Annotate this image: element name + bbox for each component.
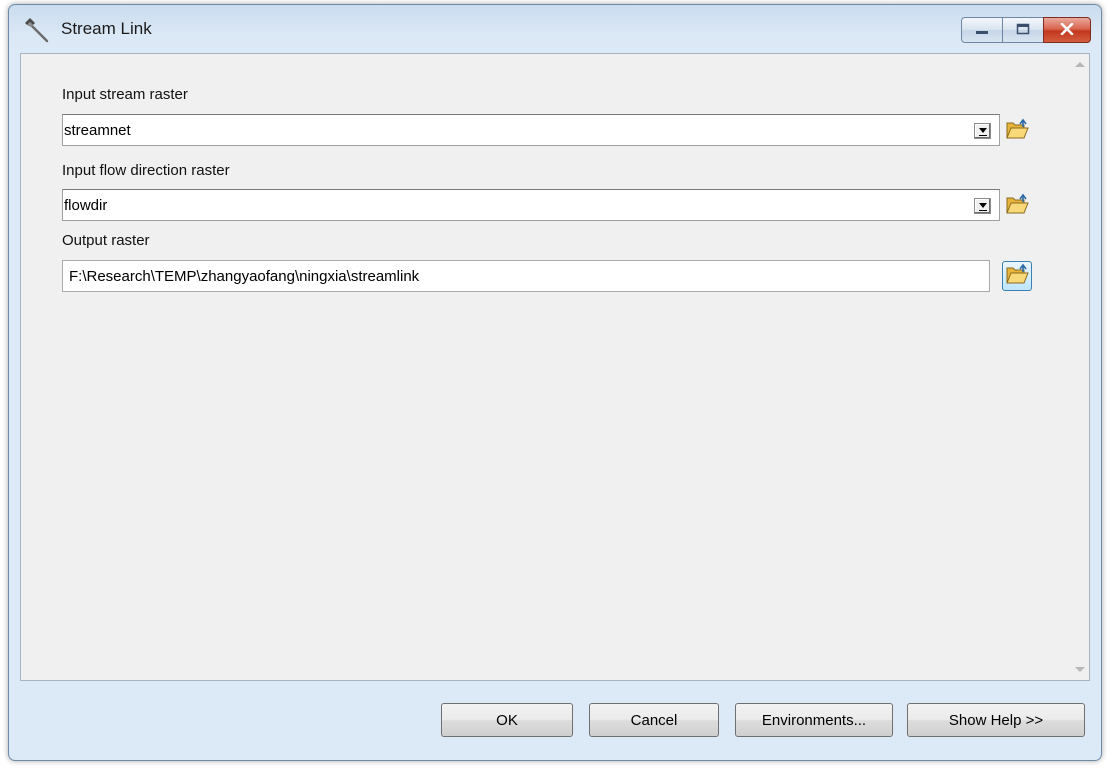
input-flow-direction-raster-combo[interactable]: flowdir <box>62 189 1000 221</box>
show-help-button[interactable]: Show Help >> <box>907 703 1085 737</box>
dropdown-arrow-icon[interactable] <box>974 123 991 139</box>
output-raster-browse-button[interactable] <box>1002 261 1032 291</box>
window-controls <box>961 17 1091 43</box>
button-bar: OK Cancel Environments... Show Help >> <box>9 681 1101 760</box>
input-stream-raster-label: Input stream raster <box>62 86 188 103</box>
input-flow-direction-raster-value: flowdir <box>64 197 108 214</box>
maximize-icon <box>1016 22 1030 39</box>
dropdown-arrow-icon[interactable] <box>974 198 991 214</box>
input-stream-raster-value: streamnet <box>64 122 131 139</box>
input-stream-raster-browse-button[interactable] <box>1002 116 1032 146</box>
maximize-button[interactable] <box>1003 17 1043 43</box>
open-folder-icon <box>1005 263 1029 289</box>
scroll-up-arrow-icon[interactable] <box>1075 62 1085 67</box>
environments-button[interactable]: Environments... <box>735 703 893 737</box>
close-icon <box>1060 22 1074 39</box>
tool-dialog: Stream Link Input stream raster streamne… <box>8 4 1102 761</box>
output-raster-value: F:\Research\TEMP\zhangyaofang\ningxia\st… <box>69 268 420 285</box>
cancel-button[interactable]: Cancel <box>589 703 719 737</box>
open-folder-icon <box>1005 118 1029 144</box>
hammer-icon <box>23 17 51 45</box>
minimize-button[interactable] <box>961 17 1003 43</box>
vertical-scrollbar[interactable] <box>1071 54 1089 680</box>
input-flow-direction-raster-browse-button[interactable] <box>1002 191 1032 221</box>
input-flow-direction-raster-label: Input flow direction raster <box>62 162 230 179</box>
open-folder-icon <box>1005 193 1029 219</box>
ok-button[interactable]: OK <box>441 703 573 737</box>
parameters-panel: Input stream raster streamnet Input flow… <box>20 53 1090 681</box>
input-stream-raster-combo[interactable]: streamnet <box>62 114 1000 146</box>
window-title: Stream Link <box>61 19 152 38</box>
output-raster-label: Output raster <box>62 232 150 249</box>
close-button[interactable] <box>1043 17 1091 43</box>
title-bar[interactable]: Stream Link <box>9 5 1101 53</box>
scroll-down-arrow-icon[interactable] <box>1075 667 1085 672</box>
minimize-icon <box>975 22 989 39</box>
output-raster-field[interactable]: F:\Research\TEMP\zhangyaofang\ningxia\st… <box>62 260 990 292</box>
